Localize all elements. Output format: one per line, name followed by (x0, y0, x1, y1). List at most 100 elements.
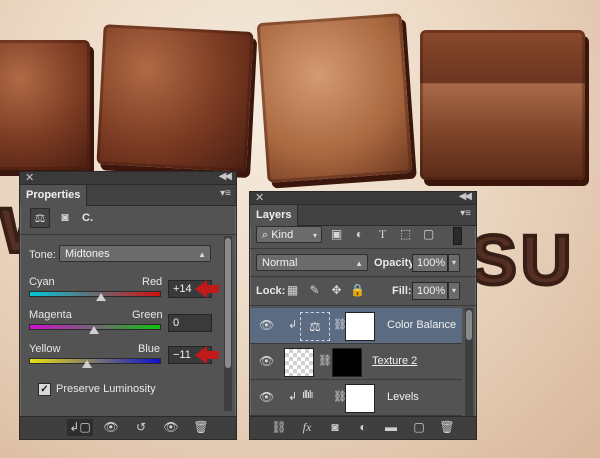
clip-arrow-icon: ↲ (288, 319, 298, 331)
layer-name[interactable]: Texture 2 (372, 355, 417, 367)
filter-toggle[interactable] (453, 227, 462, 245)
layer-row-color-balance[interactable]: 👁 ↲ ⚖ ⛓ Color Balance (250, 308, 462, 344)
texture-thumbnail (284, 348, 314, 377)
blend-divider (250, 276, 476, 277)
opacity-chevron-icon[interactable]: ▾ (448, 254, 460, 272)
layer-row-levels[interactable]: 👁 ↲ ıllılı ⛓ Levels (250, 380, 462, 416)
chevron-updown-icon: ▲ (198, 250, 206, 259)
reset-icon[interactable]: ↺ (128, 419, 154, 436)
clip-to-layer-icon[interactable]: ↲▢ (67, 419, 93, 436)
lock-position-icon[interactable]: ✥ (329, 283, 344, 298)
new-group-icon[interactable]: ▬ (378, 419, 404, 436)
magenta-green-value[interactable]: 0 (168, 314, 212, 332)
filter-smartobject-icon[interactable]: ▢ (421, 227, 436, 242)
tone-label: Tone: (29, 249, 56, 261)
link-layers-icon[interactable]: ⛓ (266, 419, 292, 436)
properties-bottom-toolbar: ↲▢ 👁 ↺ 👁 🗑 (20, 416, 236, 439)
magenta-label: Magenta (29, 309, 72, 321)
fill-value[interactable]: 100% (412, 282, 448, 300)
red-arrow-indicator-2 (195, 346, 219, 364)
lock-all-icon[interactable]: 🔒 (350, 283, 365, 298)
layers-tabrow: Layers ▾≡ (250, 205, 476, 226)
lock-transparent-icon[interactable]: ▦ (285, 283, 300, 298)
link-icon[interactable]: ⛓ (318, 354, 332, 367)
preserve-luminosity-checkbox[interactable]: ✓ (38, 383, 51, 396)
mask-thumbnail (332, 348, 362, 377)
cyan-red-slider-thumb[interactable] (96, 293, 106, 301)
filter-adjustment-icon[interactable]: ◐ (352, 227, 367, 242)
trash-icon[interactable]: 🗑 (188, 419, 214, 436)
chevron-down-icon: ▾ (312, 231, 317, 240)
fill-chevron-icon[interactable]: ▾ (448, 282, 460, 300)
green-label: Green (132, 309, 163, 321)
layers-scrollbar-knob[interactable] (466, 310, 472, 340)
text-reflection-right: SU (468, 219, 576, 301)
layer-row-texture[interactable]: 👁 ⛓ Texture 2 (250, 344, 462, 380)
color-balance-icon: ⚖ (30, 208, 50, 228)
collapse-icon[interactable]: ◀◀ (459, 191, 472, 202)
opacity-value[interactable]: 100% (412, 254, 448, 272)
blend-mode-dropdown[interactable]: Normal ▲ (256, 254, 368, 271)
magenta-green-slider-thumb[interactable] (89, 326, 99, 334)
panel-menu-icon[interactable]: ▾≡ (220, 188, 231, 199)
cyan-label: Cyan (29, 276, 55, 288)
mask-icon[interactable]: ◙ (56, 208, 74, 226)
mask-thumbnail (345, 312, 375, 341)
lock-pixels-icon[interactable]: ✎ (307, 283, 322, 298)
preserve-luminosity-label: Preserve Luminosity (56, 383, 156, 395)
properties-scrollbar[interactable] (224, 236, 232, 411)
search-icon: ⌕ (262, 229, 272, 241)
layers-titlebar[interactable]: ✕ ◀◀ (250, 191, 476, 205)
chocolate-letter-2 (96, 24, 254, 172)
cookie-letter (256, 13, 413, 183)
filter-pixel-icon[interactable]: ▣ (329, 227, 344, 242)
blend-mode-value: Normal (262, 257, 298, 269)
properties-panel: ✕ ◀◀ Properties ▾≡ ⚖ ◙ C. Tone: Midtones… (19, 171, 237, 440)
layer-name[interactable]: Levels (387, 391, 419, 403)
layers-panel: ✕ ◀◀ Layers ▾≡ ⌕ Kind ▾ ▣ ◐ T ⬚ ▢ Normal… (249, 191, 477, 440)
red-arrow-indicator-1 (195, 280, 219, 298)
close-icon[interactable]: ✕ (255, 191, 264, 204)
add-mask-icon[interactable]: ◙ (322, 419, 348, 436)
red-label: Red (142, 276, 163, 288)
trash-icon[interactable]: 🗑 (434, 419, 460, 436)
blue-label: Blue (138, 343, 161, 355)
panel-menu-icon[interactable]: ▾≡ (460, 208, 471, 219)
tone-dropdown[interactable]: Midtones ▲ (59, 245, 211, 262)
yellow-label: Yellow (29, 343, 61, 355)
yellow-blue-slider[interactable] (29, 358, 161, 364)
tab-layers[interactable]: Layers (250, 205, 299, 226)
close-icon[interactable]: ✕ (25, 171, 34, 184)
chevron-updown-icon: ▲ (355, 259, 363, 268)
new-adjustment-icon[interactable]: ◐ (350, 419, 376, 436)
layers-bottom-toolbar: ⛓ fx ◙ ◐ ▬ ▢ 🗑 (250, 416, 476, 439)
header-divider (20, 234, 236, 235)
filter-shape-icon[interactable]: ⬚ (398, 227, 413, 242)
cake-letter (420, 30, 585, 180)
eye-icon[interactable]: 👁 (259, 318, 274, 332)
eye-icon[interactable]: 👁 (259, 354, 274, 368)
yellow-blue-slider-thumb[interactable] (82, 360, 92, 368)
filter-divider (250, 248, 476, 249)
eye-icon[interactable]: 👁 (259, 390, 274, 404)
layer-style-icon[interactable]: fx (294, 419, 320, 436)
properties-titlebar[interactable]: ✕ ◀◀ (20, 171, 236, 185)
clip-arrow-icon: ↲ (288, 391, 298, 403)
fill-label: Fill: (392, 285, 412, 297)
properties-scrollbar-knob[interactable] (225, 238, 231, 368)
chocolate-letter-1 (0, 40, 90, 170)
levels-histogram-icon: ıllılı (302, 389, 313, 401)
filter-kind-dropdown[interactable]: ⌕ Kind ▾ (256, 226, 322, 243)
new-layer-icon[interactable]: ▢ (406, 419, 432, 436)
view-previous-icon[interactable]: 👁 (98, 419, 124, 436)
filter-type-icon[interactable]: T (375, 227, 390, 242)
tab-properties[interactable]: Properties (20, 185, 88, 206)
collapse-icon[interactable]: ◀◀ (219, 171, 232, 182)
lock-label: Lock: (256, 285, 286, 297)
layer-name[interactable]: Color Balance (387, 319, 456, 331)
adjustment-thumbnail: ⚖ (300, 312, 330, 341)
layers-scrollbar[interactable] (465, 308, 473, 416)
visibility-icon[interactable]: 👁 (158, 419, 184, 436)
properties-tabrow: Properties ▾≡ (20, 185, 236, 206)
cyan-red-slider[interactable] (29, 291, 161, 297)
